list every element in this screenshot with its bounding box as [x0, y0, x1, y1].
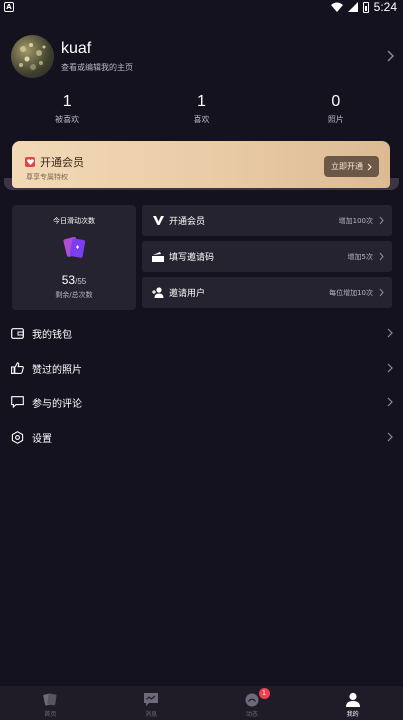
swipe-total: /55 [75, 277, 87, 286]
settings-icon [11, 430, 24, 444]
profile-header[interactable]: kuaf 查看或编辑我的主页 [11, 34, 395, 78]
profile-icon [344, 691, 362, 707]
message-icon [142, 691, 160, 707]
add-user-icon [152, 287, 164, 299]
nav-moments[interactable]: 1 动态 [202, 686, 303, 720]
thumb-up-icon [11, 362, 24, 375]
nav-label: 动态 [245, 711, 258, 718]
status-bar: A 5:24 [0, 0, 403, 14]
swipe-count: 53/55 [12, 273, 136, 287]
status-time: 5:24 [373, 0, 397, 14]
vip-banner[interactable]: 开通会员 尊享专属特权 立即开通 [12, 141, 390, 188]
menu-label: 赞过的照片 [32, 364, 82, 376]
ticket-icon [152, 251, 164, 263]
action-invite-user[interactable]: 邀请用户 每位增加10次 [142, 277, 392, 308]
avatar[interactable] [11, 34, 54, 78]
stats-row: 1 被喜欢 1 喜欢 0 照片 [0, 92, 403, 126]
chevron-right-icon [387, 397, 393, 407]
nav-label: 消息 [145, 711, 158, 718]
stat-value: 1 [197, 93, 206, 110]
open-vip-button[interactable]: 立即开通 [324, 156, 379, 177]
chevron-right-icon [379, 252, 384, 261]
nav-home[interactable]: 首页 [0, 686, 101, 720]
action-invite-code[interactable]: 填写邀请码 增加5次 [142, 241, 392, 272]
stat-label: 喜欢 [193, 115, 210, 124]
menu-item-settings[interactable]: 设置 [11, 426, 393, 448]
menu-label: 设置 [32, 433, 52, 445]
stat-photos[interactable]: 0 照片 [269, 92, 403, 126]
swipe-remaining: 53 [61, 273, 76, 287]
battery-icon [362, 1, 369, 13]
stat-value: 0 [331, 93, 341, 110]
vip-heart-icon [25, 157, 35, 167]
swipe-card-label: 剩余/总次数 [55, 291, 93, 299]
menu-label: 参与的评论 [32, 398, 82, 410]
action-label: 邀请用户 [169, 289, 206, 299]
profile-subtitle: 查看或编辑我的主页 [61, 63, 133, 72]
chevron-right-icon [379, 216, 384, 225]
menu-label: 我的钱包 [32, 329, 72, 341]
signal-icon [347, 2, 358, 12]
cards-icon [63, 236, 86, 258]
cards-nav-icon [41, 691, 59, 707]
nav-profile[interactable]: 我的 [302, 686, 403, 720]
action-label: 填写邀请码 [169, 253, 215, 263]
stat-label: 被喜欢 [55, 115, 80, 124]
stat-value: 1 [62, 93, 72, 110]
action-label: 开通会员 [169, 217, 206, 227]
chevron-right-icon [387, 328, 393, 338]
vip-v-icon [152, 215, 164, 227]
chevron-right-icon [387, 432, 393, 442]
action-detail: 增加5次 [347, 252, 373, 261]
chevron-right-icon [387, 363, 393, 373]
nav-label: 我的 [346, 711, 359, 718]
notification-badge: 1 [258, 688, 270, 699]
action-detail: 每位增加10次 [329, 288, 373, 297]
open-vip-button-label: 立即开通 [331, 162, 363, 171]
stat-likes[interactable]: 1 喜欢 [134, 92, 268, 126]
nav-messages[interactable]: 消息 [101, 686, 202, 720]
bottom-nav: 首页 消息 1 动态 我的 [0, 686, 403, 720]
action-open-vip[interactable]: 开通会员 增加100次 [142, 205, 392, 236]
stat-label: 照片 [327, 115, 344, 124]
vip-subtitle: 尊享专属特权 [26, 173, 68, 181]
menu-item-wallet[interactable]: 我的钱包 [11, 322, 393, 344]
wallet-icon [11, 327, 24, 340]
nav-label: 首页 [44, 711, 57, 718]
action-detail: 增加100次 [338, 216, 373, 225]
stat-liked-by[interactable]: 1 被喜欢 [0, 92, 134, 126]
menu-item-comments[interactable]: 参与的评论 [11, 391, 393, 413]
notification-icon: A [4, 2, 14, 12]
vip-title: 开通会员 [40, 156, 84, 169]
chevron-right-icon [387, 50, 395, 62]
wifi-icon [330, 2, 343, 12]
swipe-count-card: 今日滑动次数 53/55 剩余/总次数 [12, 205, 136, 310]
chevron-right-icon [379, 288, 384, 297]
username: kuaf [61, 40, 92, 57]
comment-icon [11, 396, 24, 409]
swipe-card-title: 今日滑动次数 [53, 217, 95, 225]
chevron-right-icon [367, 163, 372, 170]
menu-item-liked-photos[interactable]: 赞过的照片 [11, 357, 393, 379]
